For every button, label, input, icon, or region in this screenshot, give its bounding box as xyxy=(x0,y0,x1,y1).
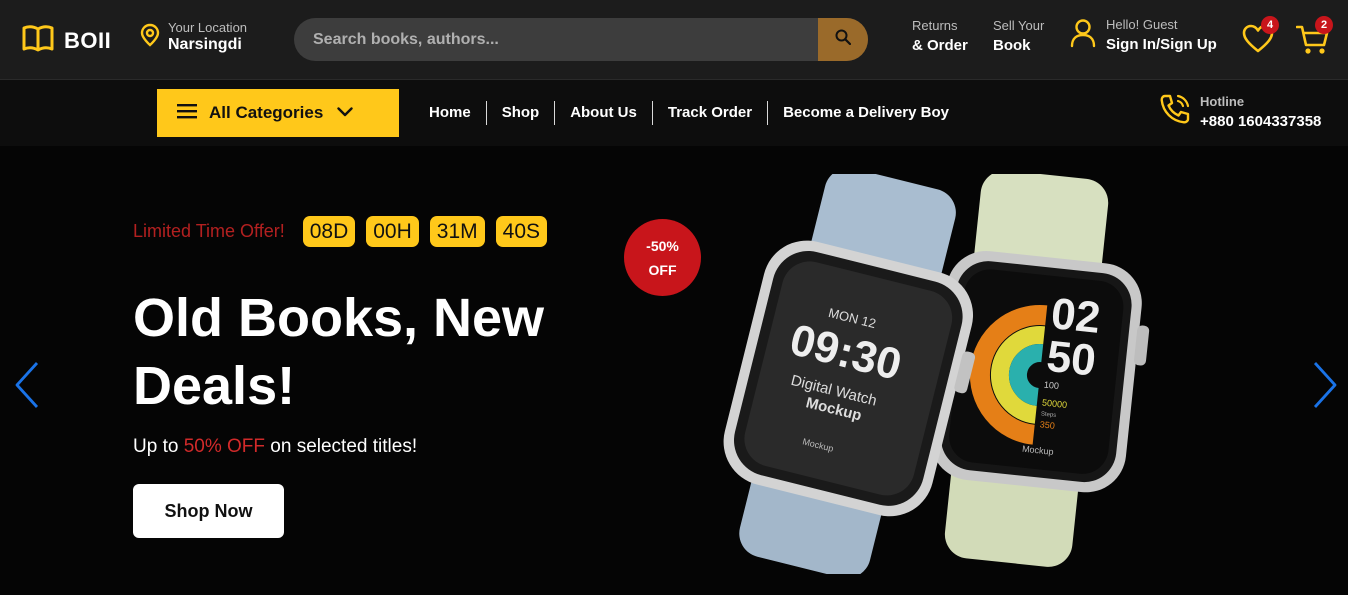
chevron-left-icon xyxy=(12,362,42,414)
returns-orders-link[interactable]: Returns & Order xyxy=(912,18,968,54)
nav-item-home[interactable]: Home xyxy=(414,101,487,125)
main-nav: All Categories Home Shop About Us Track … xyxy=(0,80,1348,146)
location-pin-icon xyxy=(140,23,160,52)
wishlist-count-badge: 4 xyxy=(1261,16,1279,34)
watch-stat3: 350 xyxy=(1039,419,1055,431)
subtitle-prefix: Up to xyxy=(133,436,184,457)
watch-stat1: 100 xyxy=(1043,380,1059,392)
countdown-minutes: 31M xyxy=(429,216,485,247)
search-button[interactable] xyxy=(818,18,868,61)
location-selector[interactable]: Your Location Narsingdi xyxy=(140,20,247,54)
categories-label: All Categories xyxy=(209,103,324,122)
shop-now-button[interactable]: Shop Now xyxy=(133,484,284,538)
orders-label: & Order xyxy=(912,37,968,54)
phone-icon xyxy=(1158,92,1192,131)
smartwatch-image: 02 50 100 50000 Steps 350 Mockup MON 12 … xyxy=(723,174,1150,574)
hotline-number: +880 1604337358 xyxy=(1200,112,1322,130)
hero-banner: Limited Time Offer! 08D 00H 31M 40S Old … xyxy=(0,146,1348,595)
returns-label: Returns xyxy=(912,18,958,33)
wishlist-button[interactable]: 4 xyxy=(1242,16,1279,58)
cart-count-badge: 2 xyxy=(1315,16,1333,34)
nav-item-track-order[interactable]: Track Order xyxy=(653,101,769,125)
heart-icon xyxy=(1242,24,1274,58)
hero-subtitle: Up to 50% OFF on selected titles! xyxy=(133,436,417,458)
cart-button[interactable]: 2 xyxy=(1295,16,1333,56)
brand-name: BOII xyxy=(64,27,112,53)
discount-off: OFF xyxy=(648,261,677,278)
greeting-text: Hello! Guest xyxy=(1106,17,1178,32)
nav-menu: Home Shop About Us Track Order Become a … xyxy=(414,101,964,125)
logo[interactable]: BOII xyxy=(22,24,111,57)
location-label: Your Location xyxy=(168,20,248,35)
discount-badge: -50% OFF xyxy=(624,219,701,296)
nav-item-about-us[interactable]: About Us xyxy=(555,101,653,125)
hero-title: Old Books, New Deals! xyxy=(133,288,545,416)
countdown-days: 08D xyxy=(302,216,356,247)
location-value: Narsingdi xyxy=(168,36,242,53)
limited-offer-label: Limited Time Offer! xyxy=(133,221,285,241)
watch-minutes: 50 xyxy=(1044,332,1098,386)
account-link[interactable]: Hello! Guest Sign In/Sign Up xyxy=(1070,17,1217,53)
user-icon xyxy=(1070,18,1096,53)
offer-countdown: Limited Time Offer! 08D 00H 31M 40S xyxy=(133,216,558,247)
book-label: Book xyxy=(993,37,1031,54)
search-bar xyxy=(294,18,868,61)
sell-book-link[interactable]: Sell Your Book xyxy=(993,18,1044,54)
cart-icon xyxy=(1295,25,1330,60)
nav-item-shop[interactable]: Shop xyxy=(487,101,556,125)
subtitle-highlight: 50% OFF xyxy=(183,436,266,457)
sign-in-link[interactable]: Sign In/Sign Up xyxy=(1106,36,1217,53)
top-header: BOII Your Location Narsingdi Returns & O… xyxy=(0,0,1348,80)
countdown-hours: 00H xyxy=(366,216,419,247)
sell-label: Sell Your xyxy=(993,18,1045,33)
chevron-right-icon xyxy=(1310,362,1340,414)
hotline-label: Hotline xyxy=(1200,93,1245,109)
search-input[interactable] xyxy=(294,18,818,61)
next-slide-arrow[interactable] xyxy=(1310,360,1340,410)
countdown-seconds: 40S xyxy=(495,216,548,247)
nav-item-delivery-boy[interactable]: Become a Delivery Boy xyxy=(768,101,964,125)
chevron-down-icon xyxy=(337,104,354,122)
all-categories-button[interactable]: All Categories xyxy=(157,89,399,137)
hamburger-icon xyxy=(177,103,197,124)
discount-percent: -50% xyxy=(646,237,679,254)
subtitle-suffix: on selected titles! xyxy=(265,436,418,457)
book-icon xyxy=(22,24,54,57)
hotline[interactable]: Hotline +880 1604337358 xyxy=(1158,92,1321,131)
prev-slide-arrow[interactable] xyxy=(12,360,42,410)
search-icon xyxy=(835,29,852,50)
